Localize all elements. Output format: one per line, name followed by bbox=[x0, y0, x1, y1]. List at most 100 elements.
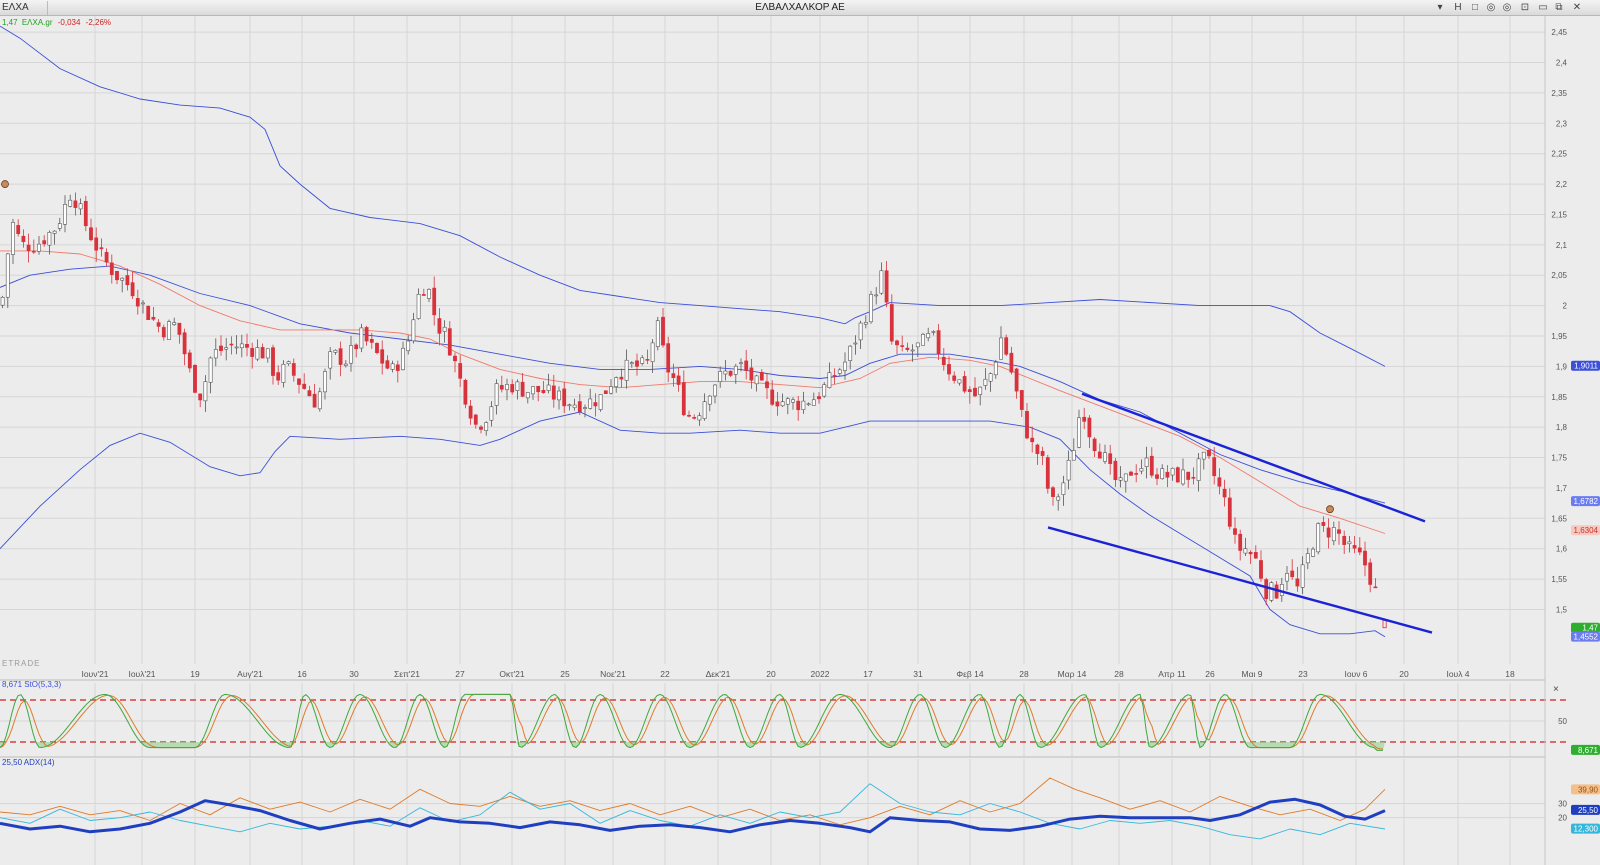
candle-body bbox=[1129, 471, 1133, 476]
candle-body bbox=[525, 392, 530, 399]
candle-body bbox=[1082, 416, 1087, 422]
candle-body bbox=[187, 352, 192, 369]
candle-body bbox=[375, 342, 379, 354]
candle-body bbox=[1248, 551, 1253, 555]
candle-body bbox=[785, 398, 790, 405]
candle-body bbox=[1030, 437, 1035, 443]
adx-value-badge: 12,300 bbox=[1574, 825, 1599, 834]
candle-body bbox=[250, 348, 255, 357]
candle-body bbox=[1019, 390, 1024, 410]
restore-icon[interactable]: ⧉ bbox=[1552, 2, 1566, 14]
price-axis-label: 1,75 bbox=[1551, 454, 1567, 463]
candle-body bbox=[1191, 476, 1196, 479]
candle-body bbox=[520, 381, 525, 397]
candle-body bbox=[796, 400, 801, 411]
candle-body bbox=[567, 404, 572, 407]
candle-body bbox=[167, 321, 171, 340]
candle-body bbox=[281, 363, 286, 383]
candle-body bbox=[146, 306, 151, 320]
chart-canvas[interactable]: 2,45 2,4 2,35 2,3 2,25 2,2 2,15 2,1 2,05 2 1,95 1,9… bbox=[0, 16, 1600, 865]
candle-body bbox=[941, 357, 946, 366]
candle-body bbox=[551, 385, 556, 400]
candle-body bbox=[1238, 533, 1243, 551]
candle-body bbox=[661, 316, 665, 346]
candle-body bbox=[1321, 522, 1326, 526]
candle-body bbox=[1181, 469, 1185, 485]
candle-body bbox=[754, 375, 759, 385]
candle-body bbox=[411, 319, 416, 342]
time-axis-label: Ιουλ 4 bbox=[1446, 669, 1469, 679]
candle-body bbox=[437, 318, 442, 334]
candle-body bbox=[837, 369, 842, 374]
price-axis-label: 2 bbox=[1563, 302, 1568, 311]
candle-body bbox=[1009, 352, 1014, 373]
candle-body bbox=[889, 304, 894, 342]
lock-icon[interactable]: ⊡ bbox=[1518, 2, 1532, 14]
candle-body bbox=[1108, 453, 1113, 464]
candle-body bbox=[1014, 368, 1019, 392]
layout-icon[interactable]: □ bbox=[1468, 2, 1482, 14]
candle-body bbox=[193, 364, 197, 393]
candle-body bbox=[1051, 487, 1055, 497]
candle-body bbox=[1056, 496, 1061, 501]
candle-body bbox=[1087, 417, 1092, 438]
dropdown-icon[interactable]: ▾ bbox=[1434, 2, 1446, 14]
h-toggle-button[interactable]: H bbox=[1452, 2, 1464, 14]
candle-body bbox=[603, 390, 608, 395]
candle-body bbox=[655, 320, 660, 347]
candle-body bbox=[1149, 455, 1154, 476]
candle-body bbox=[1253, 552, 1258, 559]
price-axis-label: 1,8 bbox=[1556, 423, 1568, 432]
candle-body bbox=[900, 345, 905, 347]
time-axis: Ιουν'21 Ιουλ'21 19 Αυγ'21 16 30 Σεπ'21 27 Οκτ'21… bbox=[81, 669, 1515, 679]
candle-body bbox=[0, 296, 5, 306]
candle-body bbox=[697, 415, 702, 421]
candle-body bbox=[577, 401, 582, 413]
quote-icon[interactable]: ◎ bbox=[1484, 2, 1498, 14]
candle-body bbox=[1134, 473, 1139, 475]
candle-body bbox=[702, 401, 707, 419]
candle-body bbox=[349, 345, 353, 364]
candle-body bbox=[967, 389, 972, 393]
candle-body bbox=[614, 377, 619, 388]
candle-body bbox=[1175, 467, 1180, 483]
candle-body bbox=[1212, 457, 1217, 477]
time-axis-label: 23 bbox=[1298, 669, 1308, 679]
symbol-field[interactable]: ΕΛΧΑ bbox=[0, 1, 48, 15]
candle-body bbox=[713, 384, 717, 397]
candle-body bbox=[1066, 459, 1071, 481]
candle-body bbox=[895, 340, 899, 346]
candle-body bbox=[109, 262, 114, 275]
time-axis-label: Φεβ 14 bbox=[956, 669, 984, 679]
candle-body bbox=[1004, 337, 1009, 355]
candle-body bbox=[182, 332, 187, 355]
candle-body bbox=[770, 389, 775, 405]
middle-band-badge: 1,6782 bbox=[1574, 497, 1599, 506]
pane-close-icon[interactable]: × bbox=[1553, 684, 1559, 695]
price-axis-label: 2,25 bbox=[1551, 150, 1567, 159]
candle-body bbox=[681, 382, 686, 416]
time-axis-label: 20 bbox=[766, 669, 776, 679]
time-axis-label: Σεπ'21 bbox=[394, 669, 420, 679]
candle-body bbox=[89, 227, 93, 241]
time-axis-label: Οκτ'21 bbox=[499, 669, 525, 679]
price-axis-label: 2,05 bbox=[1551, 271, 1567, 280]
price-axis-label: 2,4 bbox=[1556, 59, 1568, 68]
candle-body bbox=[463, 379, 468, 405]
candle-body bbox=[910, 349, 915, 352]
candle-body bbox=[817, 396, 821, 400]
time-axis-label: 16 bbox=[297, 669, 307, 679]
candle-body bbox=[879, 270, 884, 294]
time-axis-label: Ιουλ'21 bbox=[128, 669, 155, 679]
candle-body bbox=[957, 379, 962, 384]
candle-body bbox=[1077, 417, 1081, 448]
candle-body bbox=[177, 322, 182, 335]
candle-body bbox=[1264, 579, 1269, 600]
legend-change-pct: -2,26% bbox=[86, 18, 111, 27]
link-icon[interactable]: ◎ bbox=[1500, 2, 1514, 14]
candle-body bbox=[99, 247, 104, 250]
candle-body bbox=[624, 359, 629, 381]
minimize-icon[interactable]: ▭ bbox=[1536, 2, 1550, 14]
candle-body bbox=[343, 363, 348, 366]
close-icon[interactable]: ✕ bbox=[1570, 2, 1584, 14]
